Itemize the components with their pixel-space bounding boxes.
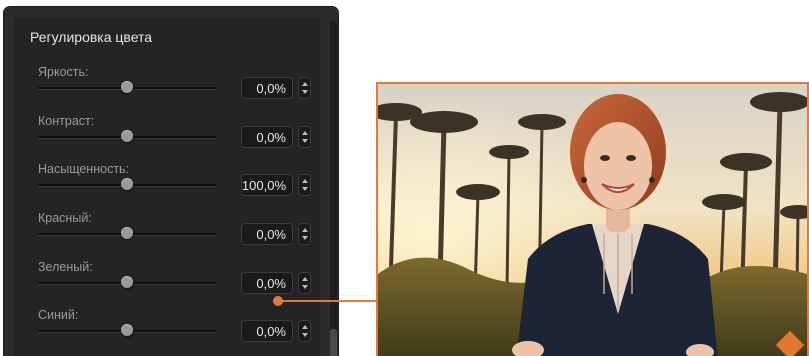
panel-title: Регулировка цвета [30,29,153,45]
contrast-control: Контраст: 0,0% [4,114,334,162]
stepper-up-icon[interactable] [302,277,308,281]
contrast-label: Контраст: [38,114,95,128]
blue-stepper[interactable] [298,320,311,342]
saturation-label: Насыщенность: [38,162,130,176]
saturation-stepper[interactable] [298,174,311,196]
preview-image [376,82,809,356]
blue-label: Синий: [38,308,79,322]
red-control: Красный: 0,0% [4,211,334,259]
stepper-down-icon[interactable] [302,333,308,337]
contrast-value-field[interactable]: 0,0% [241,126,293,148]
red-slider-knob[interactable] [121,227,133,239]
stepper-down-icon[interactable] [302,236,308,240]
contrast-slider-knob[interactable] [121,130,133,142]
stepper-up-icon[interactable] [302,325,308,329]
stepper-down-icon[interactable] [302,285,308,289]
blue-control: Синий: 0,0% [4,308,334,356]
green-stepper[interactable] [298,272,311,294]
brightness-label: Яркость: [38,65,89,79]
blue-value-field[interactable]: 0,0% [241,320,293,342]
callout-connector-line [278,300,377,302]
green-slider-knob[interactable] [121,276,133,288]
stepper-up-icon[interactable] [302,131,308,135]
stepper-down-icon[interactable] [302,187,308,191]
brightness-stepper[interactable] [298,77,311,99]
presenter-scene-illustration [378,84,807,356]
color-adjust-screen: Регулировка цвета Яркость: 0,0% Контраст… [0,0,809,356]
blue-slider-knob[interactable] [121,324,133,336]
stepper-down-icon[interactable] [302,90,308,94]
color-adjust-panel: Регулировка цвета Яркость: 0,0% Контраст… [4,7,338,356]
brightness-value-field[interactable]: 0,0% [241,77,293,99]
green-value-field[interactable]: 0,0% [241,272,293,294]
red-label: Красный: [38,211,92,225]
saturation-control: Насыщенность: 100,0% [4,162,334,210]
brightness-control: Яркость: 0,0% [4,65,334,113]
contrast-stepper[interactable] [298,126,311,148]
green-label: Зеленый: [38,260,93,274]
stepper-up-icon[interactable] [302,82,308,86]
saturation-slider-knob[interactable] [121,178,133,190]
stepper-up-icon[interactable] [302,179,308,183]
red-stepper[interactable] [298,223,311,245]
brightness-slider-knob[interactable] [121,81,133,93]
callout-dot [273,296,283,306]
saturation-value-field[interactable]: 100,0% [241,174,293,196]
red-value-field[interactable]: 0,0% [241,223,293,245]
stepper-up-icon[interactable] [302,228,308,232]
stepper-down-icon[interactable] [302,139,308,143]
